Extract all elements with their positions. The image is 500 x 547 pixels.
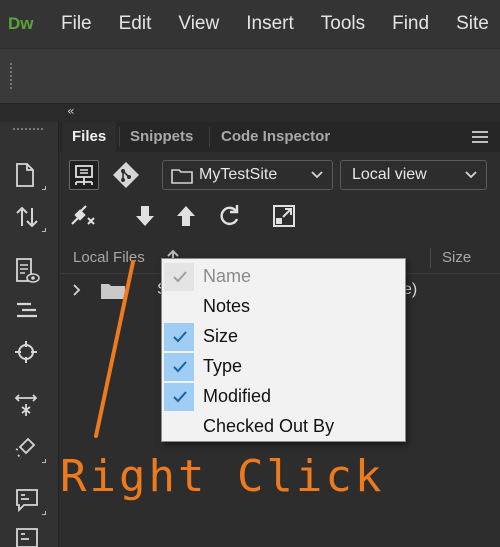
annotation-right-click: Right Click <box>60 451 385 502</box>
